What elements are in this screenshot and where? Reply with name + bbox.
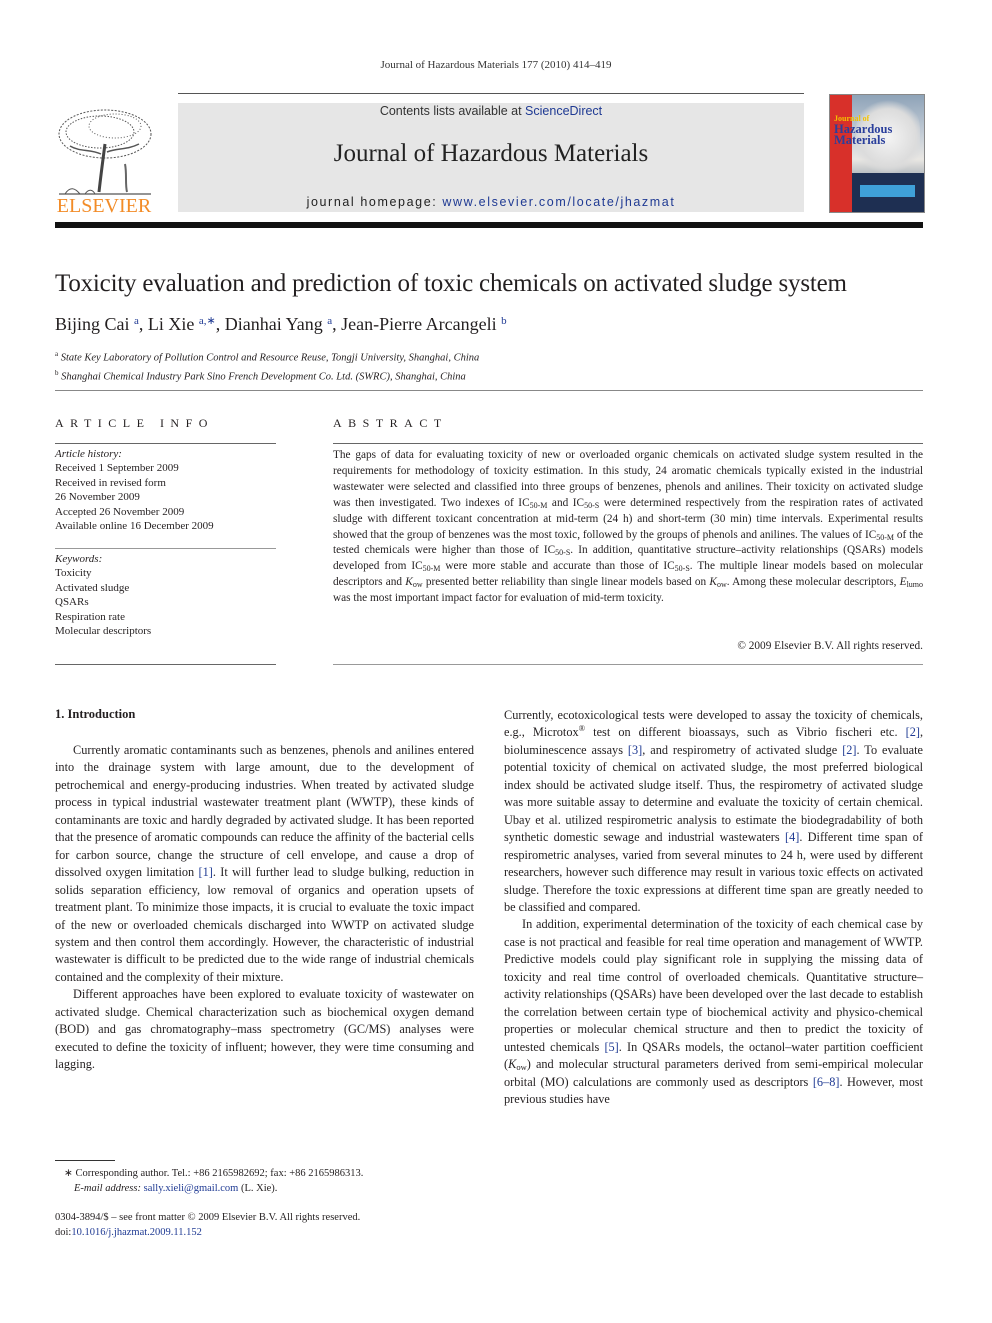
running-head: Journal of Hazardous Materials 177 (2010… bbox=[380, 59, 612, 71]
author-name[interactable]: Li Xie bbox=[148, 314, 195, 334]
article-info-rule bbox=[55, 548, 276, 549]
affiliations: a State Key Laboratory of Pollution Cont… bbox=[55, 347, 479, 384]
citation-link[interactable]: [1] bbox=[199, 865, 213, 879]
elsevier-wordmark: ELSEVIER bbox=[56, 195, 152, 217]
history-item: Received in revised form bbox=[55, 476, 166, 489]
keyword-item: Molecular descriptors bbox=[55, 625, 152, 638]
footnote-rule bbox=[55, 1160, 115, 1161]
citation-link[interactable]: [3] bbox=[628, 743, 642, 757]
keywords: Keywords: Toxicity Activated sludge QSAR… bbox=[55, 552, 285, 638]
abstract-rule bbox=[333, 443, 923, 444]
citation-link[interactable]: [2] bbox=[842, 743, 856, 757]
keyword-item: Toxicity bbox=[55, 567, 92, 580]
doi-link[interactable]: 10.1016/j.jhazmat.2009.11.152 bbox=[71, 1227, 202, 1238]
affiliation-item: a State Key Laboratory of Pollution Cont… bbox=[55, 347, 479, 366]
history-item: Received 1 September 2009 bbox=[55, 462, 179, 475]
header-rule bbox=[178, 93, 804, 94]
history-item: Available online 16 December 2009 bbox=[55, 520, 214, 533]
author-name[interactable]: Dianhai Yang bbox=[225, 314, 323, 334]
title-divider bbox=[55, 390, 923, 391]
article-info-rule bbox=[55, 664, 276, 665]
contents-prefix: Contents lists available at bbox=[379, 104, 526, 118]
abstract-rule bbox=[333, 664, 923, 665]
body-paragraph: Currently, ecotoxicological tests were d… bbox=[504, 708, 924, 914]
author-affiliation-mark[interactable]: a bbox=[134, 315, 139, 327]
body-column-right: Currently, ecotoxicological tests were d… bbox=[504, 707, 923, 1108]
citation-link[interactable]: [2] bbox=[906, 725, 920, 739]
body-column-left: Currently aromatic contaminants such as … bbox=[55, 742, 474, 1074]
keyword-item: Activated sludge bbox=[55, 581, 130, 594]
journal-banner: Contents lists available at ScienceDirec… bbox=[178, 103, 804, 212]
cover-tanks-graphic bbox=[860, 185, 915, 197]
abstract-text: The gaps of data for evaluating toxicity… bbox=[333, 449, 924, 605]
article-history: Article history: Received 1 September 20… bbox=[55, 447, 285, 533]
front-matter: 0304-3894/$ – see front matter © 2009 El… bbox=[55, 1211, 360, 1240]
affiliation-text: Shanghai Chemical Industry Park Sino Fre… bbox=[61, 371, 466, 382]
keywords-label: Keywords: bbox=[55, 553, 103, 565]
affiliation-item: b Shanghai Chemical Industry Park Sino F… bbox=[55, 366, 479, 385]
cover-title-line3: Materials bbox=[834, 133, 886, 147]
homepage-link[interactable]: www.elsevier.com/locate/jhazmat bbox=[442, 195, 675, 209]
author-affiliation-mark[interactable]: a,∗ bbox=[199, 315, 216, 327]
masthead-thick-rule bbox=[55, 222, 923, 228]
citation-link[interactable]: [5] bbox=[604, 1040, 618, 1054]
author-affiliation-mark[interactable]: a bbox=[327, 315, 332, 327]
body-paragraph: Currently aromatic contaminants such as … bbox=[55, 743, 474, 984]
abstract-copyright: © 2009 Elsevier B.V. All rights reserved… bbox=[737, 640, 923, 652]
article-history-label: Article history: bbox=[55, 448, 122, 460]
email-link[interactable]: sally.xieli@gmail.com bbox=[144, 1183, 239, 1194]
article-info-rule bbox=[55, 443, 276, 444]
front-matter-line: 0304-3894/$ – see front matter © 2009 El… bbox=[55, 1212, 361, 1223]
body-paragraph: Different approaches have been explored … bbox=[55, 987, 474, 1072]
cover-title: Journal of Hazardous Materials bbox=[834, 113, 922, 146]
sciencedirect-link[interactable]: ScienceDirect bbox=[525, 104, 602, 118]
corresponding-author-line: ∗ Corresponding author. Tel.: +86 216598… bbox=[64, 1168, 364, 1179]
journal-title: Journal of Hazardous Materials bbox=[333, 140, 649, 167]
author-list: Bijing Cai a, Li Xie a,∗, Dianhai Yang a… bbox=[55, 314, 507, 334]
affiliation-mark: b bbox=[55, 368, 59, 377]
author-name[interactable]: Bijing Cai bbox=[55, 314, 130, 334]
body-paragraph: In addition, experimental determination … bbox=[504, 917, 923, 1106]
journal-cover-thumbnail[interactable]: Journal of Hazardous Materials bbox=[829, 94, 925, 213]
citation-link[interactable]: [6–8] bbox=[813, 1075, 840, 1089]
abstract-heading: ABSTRACT bbox=[333, 416, 448, 430]
affiliation-text: State Key Laboratory of Pollution Contro… bbox=[60, 352, 480, 364]
keyword-item: QSARs bbox=[55, 596, 89, 609]
corresponding-author-footnote: ∗ Corresponding author. Tel.: +86 216598… bbox=[64, 1167, 363, 1196]
keyword-item: Respiration rate bbox=[55, 610, 125, 623]
author-name[interactable]: Jean-Pierre Arcangeli bbox=[341, 314, 496, 334]
citation-link[interactable]: [4] bbox=[785, 830, 799, 844]
doi-line: doi:10.1016/j.jhazmat.2009.11.152 bbox=[55, 1226, 202, 1238]
author-affiliation-mark[interactable]: b bbox=[501, 315, 507, 327]
article-title: Toxicity evaluation and prediction of to… bbox=[55, 270, 847, 297]
history-item: Accepted 26 November 2009 bbox=[55, 505, 185, 518]
journal-homepage: journal homepage: www.elsevier.com/locat… bbox=[178, 195, 804, 209]
article-info-heading: ARTICLE INFO bbox=[55, 416, 214, 430]
section-heading: 1. Introduction bbox=[55, 707, 136, 721]
contents-line: Contents lists available at ScienceDirec… bbox=[178, 104, 804, 118]
email-line: E-mail address: sally.xieli@gmail.com (L… bbox=[74, 1182, 278, 1194]
history-item: 26 November 2009 bbox=[55, 491, 140, 504]
homepage-prefix: journal homepage: bbox=[306, 195, 443, 209]
affiliation-mark: a bbox=[55, 350, 59, 358]
